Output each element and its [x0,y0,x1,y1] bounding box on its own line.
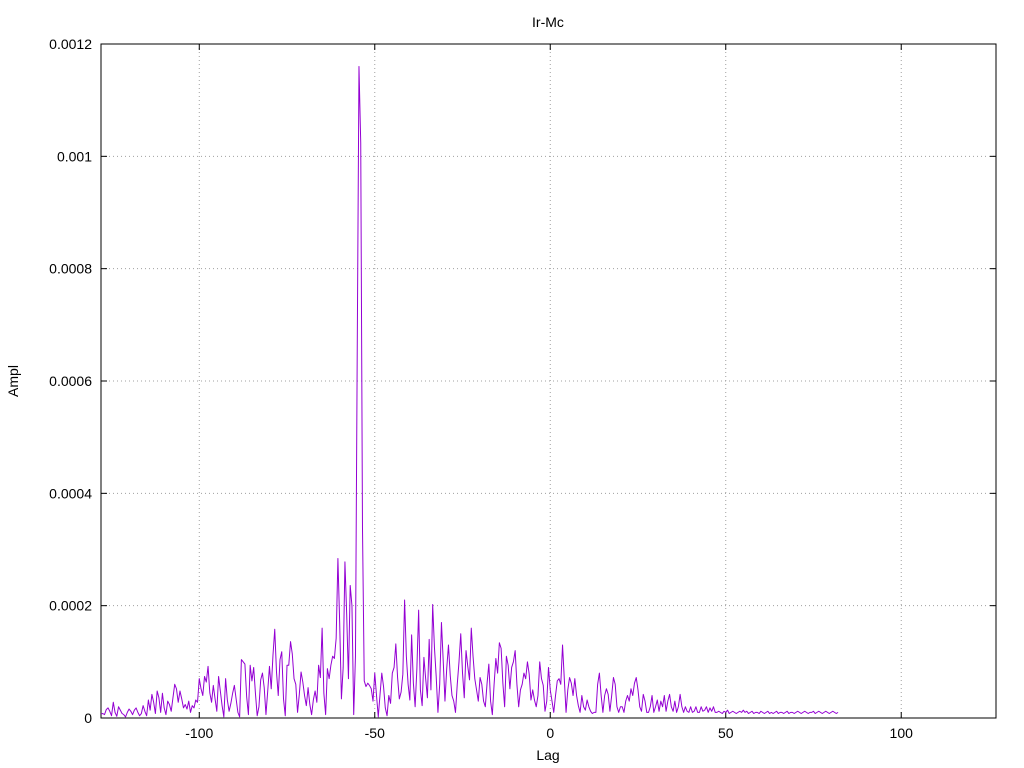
y-tick-label: 0.0008 [49,261,92,277]
y-tick-label: 0.001 [57,148,92,164]
y-tick-label: 0.0012 [49,36,92,52]
grid-lines [101,44,996,718]
x-tick-label: 100 [890,725,914,741]
y-tick-label: 0.0006 [49,373,92,389]
y-tick-label: 0.0002 [49,598,92,614]
y-tick-label: 0.0004 [49,485,92,501]
x-tick-label: -50 [365,725,385,741]
series-line-0 [100,65,839,718]
x-tick-label: 50 [718,725,734,741]
series-layer [100,65,839,718]
x-tick-label: 0 [546,725,554,741]
chart-title: Ir-Mc [532,14,564,30]
y-tick-label: 0 [84,710,92,726]
x-axis-label: Lag [536,747,559,763]
y-axis-label: Ampl [5,365,21,397]
axis-ticks: -100 -50 0 50 100 0 0.0002 0.0004 0.0006 0.0008 0.… [49,36,996,741]
chart: -100 -50 0 50 100 0 0.0002 0.0004 0.0006 0.0008 0.… [5,14,997,763]
x-tick-label: -100 [185,725,213,741]
